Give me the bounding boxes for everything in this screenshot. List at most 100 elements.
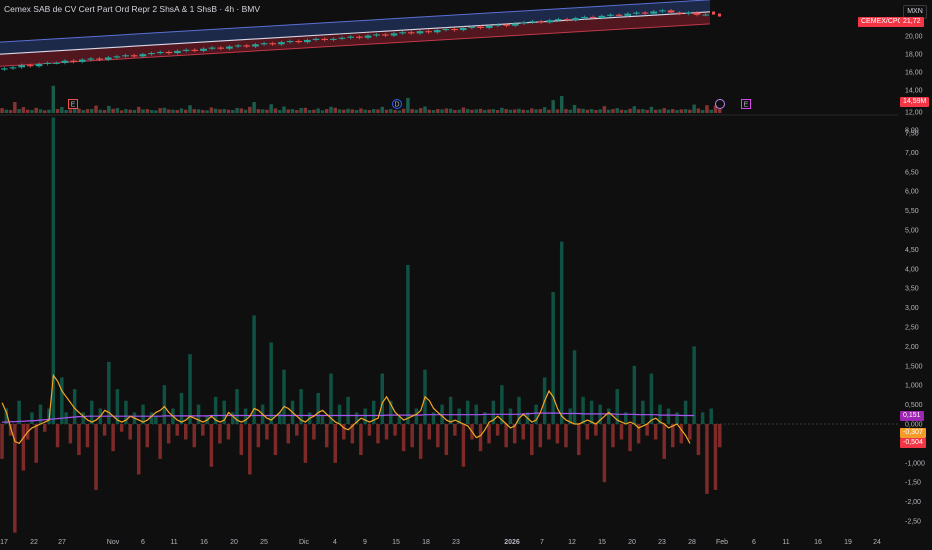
volume-bar [0,108,4,113]
candle-body [226,46,233,49]
volume-bar [60,107,64,113]
histogram-bar [81,412,85,424]
volume-bar [564,109,568,113]
volume-bar [4,109,9,113]
candle-body [330,38,337,40]
candle-body [70,60,77,62]
volume-bar [64,110,68,113]
volume-bar [525,110,530,113]
candle-body [130,55,138,57]
time-tick-label: 19 [844,539,852,546]
time-tick-label: 16 [814,539,822,546]
volume-bar [98,109,103,113]
volume-bar [38,109,43,113]
histogram-bar [119,424,124,432]
volume-bar [171,109,175,113]
candle-body [148,53,155,55]
volume-bar [615,108,619,113]
volume-bar [530,108,534,113]
candle-body [174,50,181,54]
volume-bar [137,106,141,113]
indicator-tick-label: -2,50 [905,519,921,526]
volume-bar [389,109,393,113]
candle-body [693,12,701,15]
indicator-tick-label: -1,50 [905,480,921,487]
time-tick-label: 12 [568,539,576,546]
volume-bar [414,109,419,113]
histogram-bar [559,241,564,424]
candle-body [555,19,562,21]
volume-bar [594,110,598,113]
volume-bar [692,104,696,113]
volume-bar [184,109,188,113]
volume-bar [675,110,679,113]
candle-body [468,26,476,28]
volume-bar [34,107,38,113]
volume-bar [619,109,624,113]
price-tick-label: 20,00 [905,34,923,41]
candle-body [312,38,320,40]
histogram-bar [192,424,197,448]
candle-body [321,38,329,40]
indicator-tick-label: 3,50 [905,286,919,293]
candle-body [702,14,709,16]
candle-body [563,19,571,21]
histogram-bar [713,424,718,490]
volume-bar [470,109,474,113]
histogram-bar [102,424,107,436]
volume-bar [606,109,611,113]
last-candle [718,13,721,17]
histogram-bar [273,424,278,456]
volume-bar [337,109,342,113]
volume-bar [649,106,654,113]
volume-bar [440,109,444,113]
volume-bar [282,106,286,113]
histogram-bar [577,424,581,456]
volume-bar [641,109,645,113]
volume-bar [25,109,30,113]
histogram-bar [218,424,222,444]
histogram-bar [60,377,64,424]
earnings-marker-label: E [71,102,76,109]
volume-bar [107,105,111,113]
histogram-bar [401,424,406,452]
candle-body [373,34,380,36]
candle-body [511,23,519,26]
volume-bar [141,109,145,113]
histogram-bar [581,396,585,424]
histogram-bar [68,424,73,444]
histogram-bar [461,424,466,467]
histogram-bar [34,424,38,463]
histogram-bar [17,400,21,424]
time-tick-label: 18 [422,539,430,546]
histogram-bar [594,424,598,436]
histogram-bar [495,424,500,436]
candle-body [96,58,103,60]
time-tick-label: 24 [873,539,881,546]
volume-bar [30,110,34,113]
candle-body [364,35,372,38]
candle-body [615,14,623,16]
candle-body [477,26,484,28]
histogram-bar [538,424,543,448]
volume-bar [128,109,132,113]
candle-body [217,47,225,49]
histogram-bar [632,365,637,424]
candle-body [304,39,311,43]
indicator-tick-label: 1,000 [905,383,923,390]
histogram-bar [393,424,397,436]
chart-canvas[interactable]: EDE 20,0018,0016,0014,00 12,008,007,507,… [0,0,932,550]
symbol-title[interactable]: Cemex SAB de CV Cert Part Ord Repr 2 Shs… [4,4,260,14]
histogram-bar [107,361,111,424]
volume-bar [111,108,115,113]
candle-body [156,51,164,54]
candle-body [278,42,285,45]
volume-bar [410,109,414,113]
histogram-bar [653,424,658,440]
candle-body [26,65,34,67]
candle-body [451,28,458,31]
candle-body [399,32,406,34]
candle-body [44,62,51,65]
time-tick-label: 9 [363,539,367,546]
time-tick-label: 22 [30,539,38,546]
